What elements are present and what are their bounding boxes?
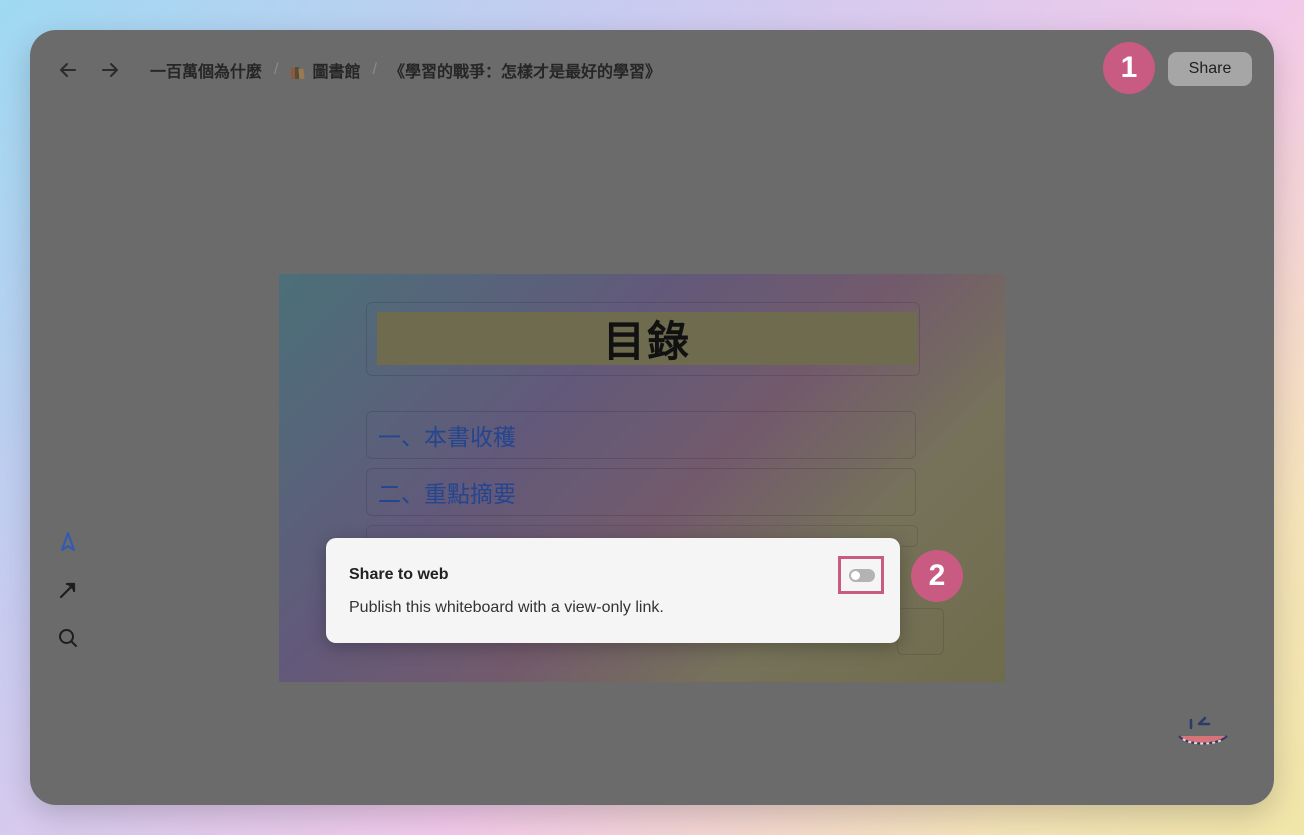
toc-item-placeholder <box>897 608 944 655</box>
breadcrumb-separator: / <box>372 61 377 78</box>
forward-arrow-icon[interactable] <box>98 58 122 82</box>
breadcrumb-library-label: 圖書館 <box>312 64 361 81</box>
toggle-highlight <box>838 556 884 594</box>
toggle-knob <box>851 571 860 580</box>
breadcrumb-item-page[interactable]: 《學習的戰爭：怎樣才是最好的學習》 <box>389 58 661 82</box>
breadcrumb-item-root[interactable]: 一百萬個為什麼 <box>150 58 262 82</box>
pointer-icon[interactable] <box>56 530 80 554</box>
toc-item-2[interactable]: 二、重點摘要 <box>366 468 916 516</box>
popup-description: Publish this whiteboard with a view-only… <box>349 599 664 616</box>
search-icon[interactable] <box>56 626 80 650</box>
share-to-web-toggle[interactable] <box>849 569 875 582</box>
share-button[interactable]: Share <box>1168 52 1252 86</box>
breadcrumb-item-library[interactable]: 圖書館 <box>290 58 360 82</box>
mascot-icon[interactable] <box>1175 714 1231 754</box>
share-to-web-popup: Share to web Publish this whiteboard wit… <box>326 538 900 643</box>
toc-title: 目錄 <box>377 312 917 365</box>
back-arrow-icon[interactable] <box>56 58 80 82</box>
popup-title: Share to web <box>349 566 449 583</box>
arrow-icon[interactable] <box>56 578 80 602</box>
breadcrumb: 一百萬個為什麼 / 圖書館 / 《學習的戰爭：怎樣才是最好的學習》 <box>150 58 661 82</box>
step-badge-2: 2 <box>911 550 963 602</box>
books-icon <box>290 65 306 81</box>
step-badge-1: 1 <box>1103 42 1155 94</box>
toc-title-box[interactable]: 目錄 <box>366 302 920 376</box>
top-bar: 一百萬個為什麼 / 圖書館 / 《學習的戰爭：怎樣才是最好的學習》 Share <box>30 30 1274 106</box>
app-window: 一百萬個為什麼 / 圖書館 / 《學習的戰爭：怎樣才是最好的學習》 Share … <box>30 30 1274 805</box>
toc-item-1[interactable]: 一、本書收穫 <box>366 411 916 459</box>
breadcrumb-separator: / <box>274 61 279 78</box>
